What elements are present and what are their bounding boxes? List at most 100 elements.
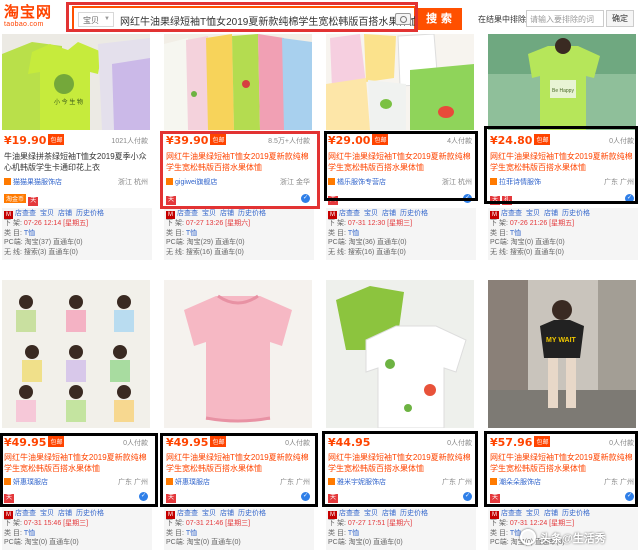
link-item[interactable]: 宝贝 [202, 210, 216, 217]
free-shipping-badge: 包邮 [48, 436, 65, 447]
verified-icon: ✓ [625, 194, 634, 203]
link-price-history[interactable]: 历史价格 [238, 510, 266, 517]
link-item[interactable]: 宝贝 [364, 210, 378, 217]
product-card[interactable]: ¥39.90 包邮 8.5万+人付款 网红牛油果绿短袖T恤女2019夏新款纯棉学生… [162, 34, 314, 274]
shop-name[interactable]: 猫猫果猫服饰店 [13, 179, 62, 186]
shop-name[interactable]: gigiwei旗舰店 [175, 179, 217, 186]
shop-name[interactable]: 拉菲诗情服饰 [499, 179, 541, 186]
info-panel: M 店查查 宝贝 店铺 历史价格 下 架: 07-31 12:30 [星期三] 类 目:… [326, 208, 476, 260]
search-input[interactable]: 网红牛油果绿短袖T恤女2019夏新款纯棉学生宽松韩版百搭水果体恤 [120, 13, 418, 28]
shop-name[interactable]: 妍惠璞服店 [13, 479, 48, 486]
product-image[interactable] [326, 280, 474, 428]
product-image[interactable] [164, 34, 312, 130]
shop-name[interactable]: 橘乐服饰专营店 [337, 179, 386, 186]
category: T恤 [509, 229, 522, 237]
link-item[interactable]: 宝贝 [40, 510, 54, 517]
link-item[interactable]: 宝贝 [40, 210, 54, 217]
link-shop[interactable]: 店铺 [382, 510, 396, 517]
shop-row: 猫猫果猫服饰店 浙江 杭州 [4, 177, 150, 188]
search-scope-select[interactable]: 宝贝 ▼ [78, 12, 114, 27]
search-scope-label: 宝贝 [83, 16, 99, 25]
link-shop[interactable]: 店铺 [220, 210, 234, 217]
link-dianchacha[interactable]: 店查查 [501, 210, 522, 217]
product-title[interactable]: 网红牛油果绿短袖T恤女2019夏新款纯棉学生宽松韩版百搭水果体恤 [166, 452, 312, 474]
list-time-label: 下 架: [166, 220, 184, 227]
category-label: 类 目: [166, 529, 184, 537]
link-dianchacha[interactable]: 店查查 [15, 510, 36, 517]
product-card[interactable]: 小 今 生 物 ¥19.90 包邮 1021人付款 牛油果绿拼茶绿短袖T恤女201… [0, 34, 152, 274]
link-price-history[interactable]: 历史价格 [562, 210, 590, 217]
link-shop[interactable]: 店铺 [382, 210, 396, 217]
taobao-logo[interactable]: 淘宝网 taobao.com [4, 4, 56, 32]
product-card[interactable]: ¥49.95 包邮 0人付款 网红牛油果绿短袖T恤女2019夏新款纯棉学生宽松韩版… [162, 278, 314, 550]
search-box: 宝贝 ▼ 网红牛油果绿短袖T恤女2019夏新款纯棉学生宽松韩版百搭水果体恤 [72, 6, 418, 32]
exclude-input[interactable]: 请输入要排除的词 [526, 10, 604, 27]
link-price-history[interactable]: 历史价格 [76, 510, 104, 517]
location: 浙江 杭州 [118, 179, 148, 186]
free-shipping-badge: 包邮 [534, 436, 551, 447]
product-image[interactable]: MY WAIT [488, 280, 636, 428]
link-shop[interactable]: 店铺 [58, 510, 72, 517]
verified-icon: ✓ [301, 194, 310, 203]
mobile-rank: 搜索(0) 直通车(0) [509, 248, 564, 256]
product-image[interactable] [326, 34, 474, 130]
product-title[interactable]: 网红牛油果绿短袖T恤女2019夏新款纯棉学生宽松韩版百搭水果体恤 [490, 151, 636, 173]
pc-label: PC端: [490, 239, 509, 246]
link-price-history[interactable]: 历史价格 [400, 210, 428, 217]
verified-icon: ✓ [139, 492, 148, 501]
tmall-icon: 天 [328, 494, 338, 503]
product-card[interactable]: MY WAIT ¥57.96 包邮 0人付款 网红牛油果绿短袖T恤女2019夏新款… [486, 278, 638, 550]
link-dianchacha[interactable]: 店查查 [15, 210, 36, 217]
location: 浙江 杭州 [442, 179, 472, 186]
camera-icon[interactable] [395, 13, 411, 25]
shop-icon [328, 478, 335, 485]
product-image[interactable]: Be Happy [488, 34, 636, 130]
product-card[interactable]: ¥49.95 包邮 0人付款 网红牛油果绿短袖T恤女2019夏新款纯棉学生宽松韩版… [0, 278, 152, 550]
location: 广东 广州 [280, 479, 310, 486]
product-title[interactable]: 网红牛油果绿短袖T恤女2019夏新款纯棉学生宽松韩版百搭水果体恤 [4, 452, 150, 474]
tmall-icon: 天 [328, 196, 338, 205]
confirm-button[interactable]: 确定 [606, 10, 634, 27]
badge-row: 天 ✓ [166, 492, 312, 504]
product-card[interactable]: Be Happy ¥24.80 包邮 0人付款 网红牛油果绿短袖T恤女2019夏新… [486, 34, 638, 274]
link-dianchacha[interactable]: 店查查 [501, 510, 522, 517]
product-image[interactable]: 小 今 生 物 [2, 34, 150, 130]
shop-name[interactable]: 潮朵朵服饰店 [499, 479, 541, 486]
product-title[interactable]: 网红牛油果绿短袖T恤女2019夏新款纯棉学生宽松韩版百搭水果体恤 [166, 151, 312, 173]
product-card[interactable]: ¥29.00 包邮 4人付款 网红牛油果绿短袖T恤女2019夏新款纯棉学生宽松韩版… [324, 34, 476, 274]
link-shop[interactable]: 店铺 [220, 510, 234, 517]
link-dianchacha[interactable]: 店查查 [339, 210, 360, 217]
free-shipping-badge: 包邮 [534, 134, 551, 145]
shop-name[interactable]: 雅米宇妮服饰店 [337, 479, 386, 486]
link-dianchacha[interactable]: 店查查 [177, 210, 198, 217]
price: ¥57.96 [490, 436, 533, 449]
shop-name[interactable]: 妍惠璞服店 [175, 479, 210, 486]
link-price-history[interactable]: 历史价格 [76, 210, 104, 217]
link-shop[interactable]: 店铺 [544, 510, 558, 517]
link-item[interactable]: 宝贝 [202, 510, 216, 517]
tmall-icon: 天 [166, 494, 176, 503]
product-card[interactable]: ¥44.95 0人付款 网红牛油果绿短袖T恤女2019夏新款纯棉学生宽松韩版百搭… [324, 278, 476, 550]
product-title[interactable]: 网红牛油果绿短袖T恤女2019夏新款纯棉学生宽松韩版百搭水果体恤 [490, 452, 636, 474]
link-item[interactable]: 宝贝 [526, 210, 540, 217]
product-title[interactable]: 牛油果绿拼茶绿短袖T恤女2019夏季小众心机韩版学生卡通印花上衣 [4, 151, 150, 173]
product-image[interactable] [164, 280, 312, 428]
product-image[interactable] [2, 280, 150, 428]
search-button[interactable]: 搜 索 [416, 8, 462, 30]
link-shop[interactable]: 店铺 [544, 210, 558, 217]
link-price-history[interactable]: 历史价格 [238, 210, 266, 217]
link-item[interactable]: 宝贝 [526, 510, 540, 517]
link-price-history[interactable]: 历史价格 [562, 510, 590, 517]
link-shop[interactable]: 店铺 [58, 210, 72, 217]
link-dianchacha[interactable]: 店查查 [339, 510, 360, 517]
product-title[interactable]: 网红牛油果绿短袖T恤女2019夏新款纯棉学生宽松韩版百搭水果体恤 [328, 151, 474, 173]
price-row: ¥19.90 包邮 1021人付款 [4, 134, 150, 148]
link-item[interactable]: 宝贝 [364, 510, 378, 517]
tmall-icon: 天 [4, 494, 14, 503]
link-price-history[interactable]: 历史价格 [400, 510, 428, 517]
list-time: 07-31 15:46 [星期三] [23, 520, 89, 527]
pc-label: PC端: [166, 239, 185, 246]
product-title[interactable]: 网红牛油果绿短袖T恤女2019夏新款纯棉学生宽松韩版百搭水果体恤 [328, 452, 474, 474]
location: 浙江 金华 [280, 179, 310, 186]
link-dianchacha[interactable]: 店查查 [177, 510, 198, 517]
